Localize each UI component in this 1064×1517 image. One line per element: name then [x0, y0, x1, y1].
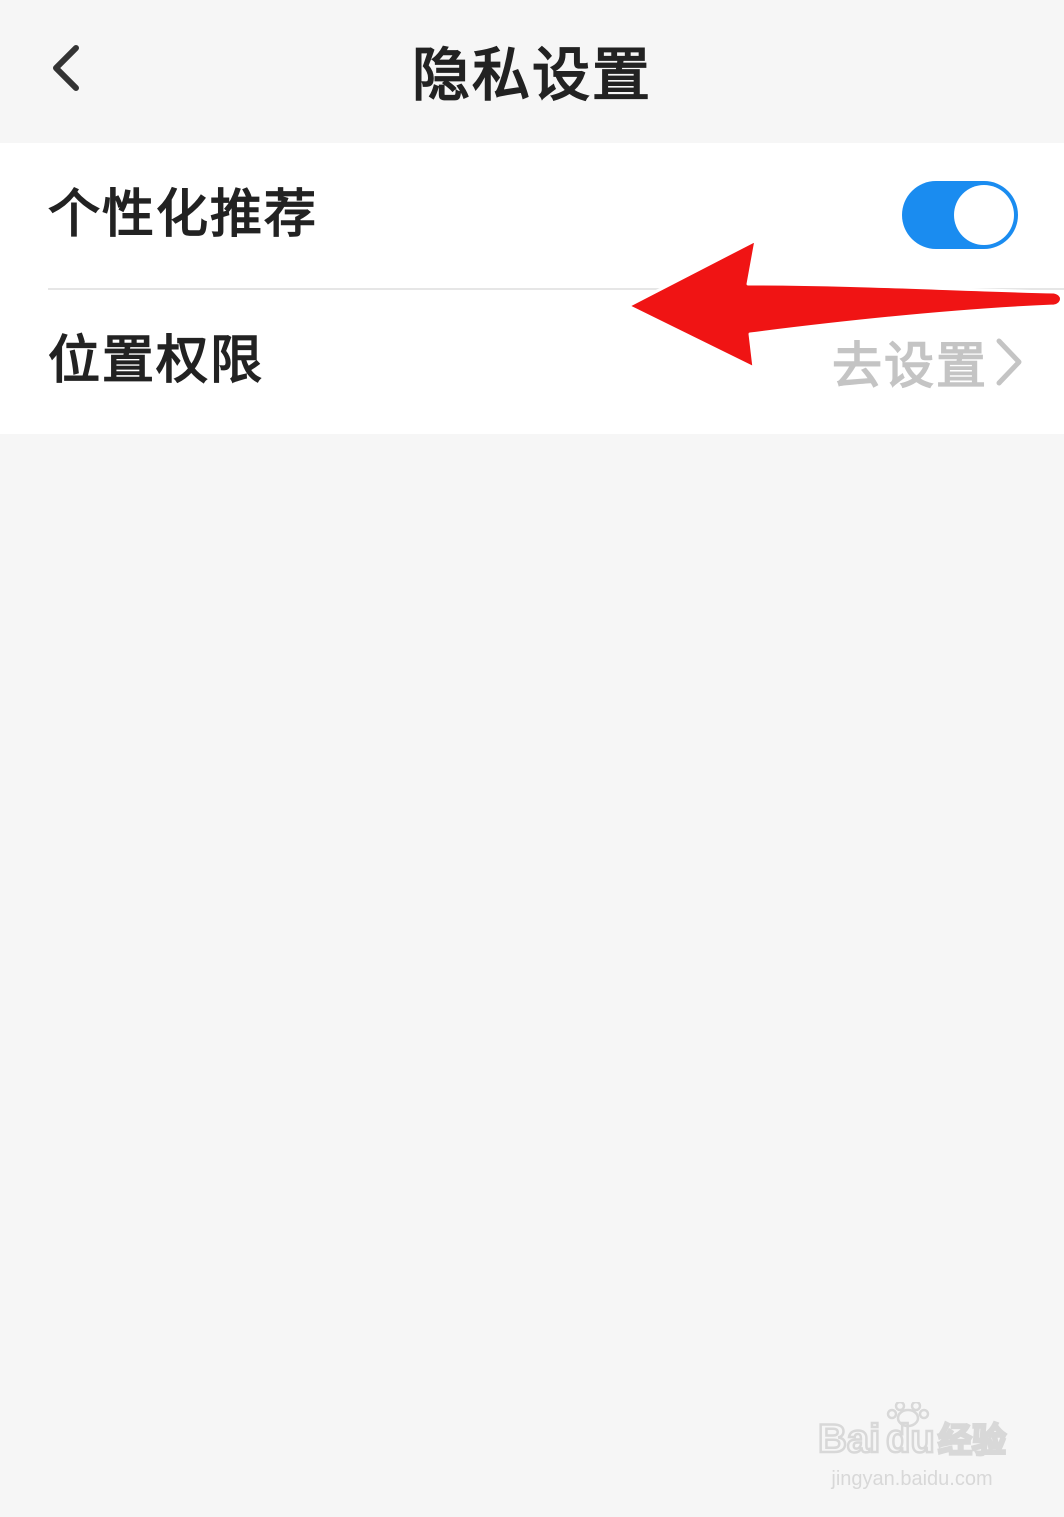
baidu-jingyan-logo: Bai du 经验 — [817, 1402, 1007, 1462]
svg-text:Bai: Bai — [818, 1417, 880, 1461]
setting-label: 位置权限 — [48, 331, 265, 391]
setting-label: 个性化推荐 — [48, 185, 319, 245]
annotation-arrow-icon — [626, 238, 1063, 370]
svg-text:经验: 经验 — [938, 1421, 1006, 1461]
watermark: Bai du 经验 jingyan.baidu.com — [812, 1402, 1012, 1494]
svg-text:du: du — [886, 1417, 935, 1461]
nav-bar: 隐私设置 — [0, 0, 1064, 140]
watermark-url: jingyan.baidu.com — [831, 1468, 993, 1490]
page-title: 隐私设置 — [411, 41, 652, 109]
